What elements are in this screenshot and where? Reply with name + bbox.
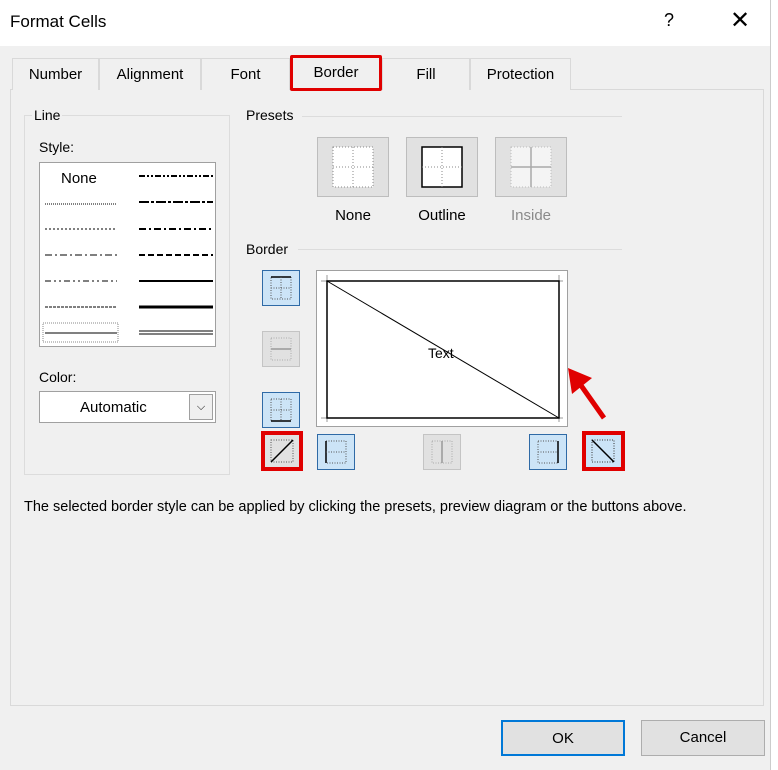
tab-protection[interactable]: Protection [470,58,571,90]
style-label: Style: [39,139,75,155]
preset-outline-button[interactable] [406,137,478,197]
line-group-label: Line [32,107,63,123]
cancel-button[interactable]: Cancel [641,720,765,756]
preset-none-icon [332,146,374,188]
preset-outline-label: Outline [418,207,466,224]
color-label: Color: [39,369,77,385]
diagonal-up-icon [270,439,294,463]
preset-none-button[interactable] [317,137,389,197]
border-preview[interactable]: Text [316,270,568,427]
red-arrow-annotation [568,368,607,420]
hint-text: The selected border style can be applied… [24,499,687,515]
tab-number[interactable]: Number [12,58,99,90]
color-value: Automatic [80,399,147,416]
presets-label: Presets [244,107,296,123]
border-divider [298,249,622,250]
diagonal-down-icon [591,439,615,463]
border-bottom-button[interactable] [262,392,300,428]
help-button[interactable]: ? [664,10,674,31]
tab-border[interactable]: Border [290,55,382,91]
border-inside-vertical-icon [431,440,453,464]
border-right-icon [537,440,559,464]
border-top-button[interactable] [262,270,300,306]
border-diagonal-up-button[interactable] [261,431,303,471]
preset-inside-label: Inside [510,207,552,224]
border-inside-vertical-button[interactable] [423,434,461,470]
preset-outline-icon [421,146,463,188]
border-inside-horizontal-button[interactable] [262,331,300,367]
preview-text: Text [428,345,454,361]
border-bottom-icon [270,398,292,422]
color-dropdown[interactable]: Automatic ⌵ [39,391,216,423]
line-style-options[interactable] [40,163,215,346]
tab-font[interactable]: Font [201,58,290,90]
title-bar [0,0,778,46]
border-label: Border [244,241,291,257]
ok-button[interactable]: OK [501,720,625,756]
close-button[interactable]: ✕ [730,6,750,35]
border-right-button[interactable] [529,434,567,470]
border-top-icon [270,276,292,300]
presets-divider [302,116,622,117]
chevron-down-icon[interactable]: ⌵ [189,394,213,420]
border-inside-horizontal-icon [270,337,292,361]
preset-none-label: None [335,207,371,224]
border-left-icon [325,440,347,464]
dialog-title: Format Cells [10,12,107,31]
tab-alignment[interactable]: Alignment [99,58,201,90]
window-edge [770,0,778,770]
border-diagonal-down-button[interactable] [582,431,625,471]
preset-inside-button[interactable] [495,137,567,197]
line-style-list[interactable]: None [39,162,216,347]
tab-fill[interactable]: Fill [382,58,470,90]
preset-inside-icon [510,146,552,188]
border-left-button[interactable] [317,434,355,470]
